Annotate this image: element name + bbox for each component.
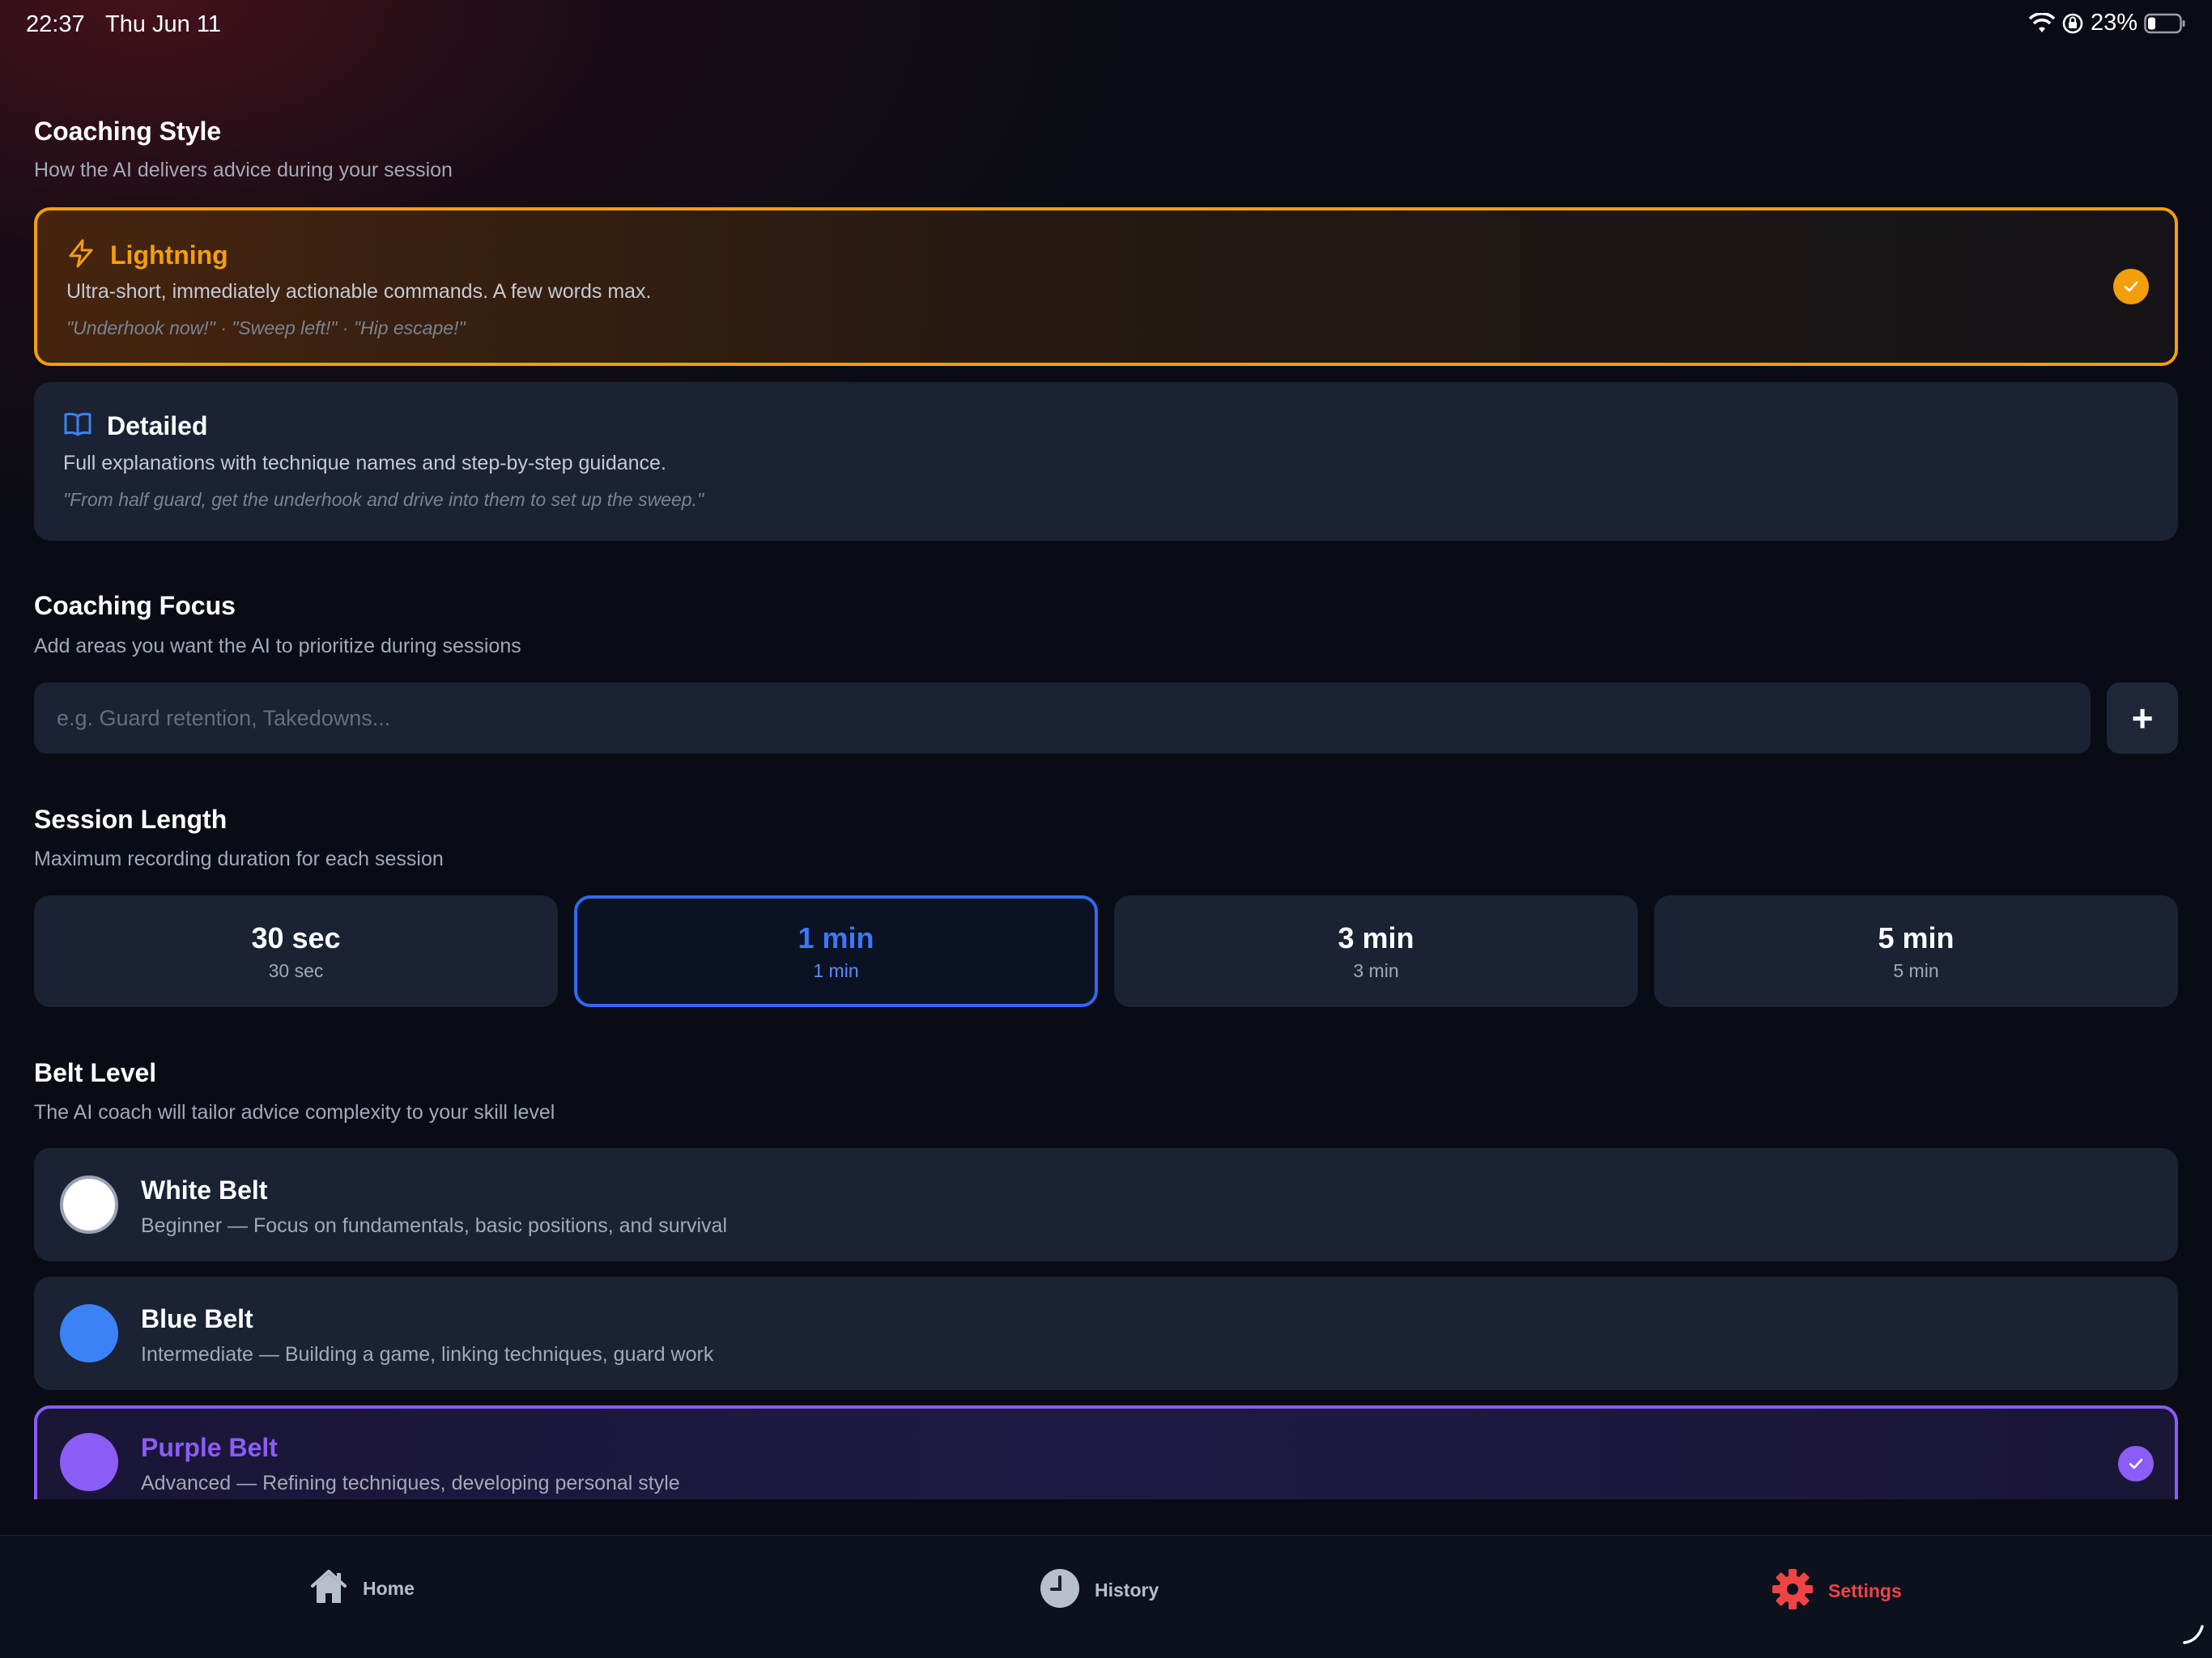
session-length-sublabel: 1 min	[813, 959, 859, 981]
resize-handle-icon[interactable]	[2181, 1622, 2206, 1650]
status-date: Thu Jun 11	[105, 11, 221, 37]
tab-bar: Home History Settings	[0, 1535, 2212, 1658]
book-open-icon	[63, 411, 92, 441]
tab-label: Home	[363, 1578, 415, 1599]
belt-name: White Belt	[141, 1175, 268, 1205]
style-option-description: Ultra-short, immediately actionable comm…	[66, 280, 652, 303]
belt-level-subtitle: The AI coach will tailor advice complexi…	[34, 1101, 555, 1124]
style-option-detailed[interactable]: Detailed Full explanations with techniqu…	[34, 382, 2178, 541]
belt-name: Purple Belt	[141, 1433, 278, 1462]
session-length-option-5min[interactable]: 5 min 5 min	[1654, 895, 2178, 1007]
white-belt-dot	[60, 1175, 118, 1234]
tab-history[interactable]: History	[1040, 1568, 1159, 1613]
wifi-icon	[2028, 12, 2055, 34]
belt-level-title: Belt Level	[34, 1058, 157, 1087]
style-option-example: "From half guard, get the underhook and …	[63, 489, 704, 510]
style-option-example: "Underhook now!" · "Sweep left!" · "Hip …	[66, 317, 466, 338]
belt-description: Beginner — Focus on fundamentals, basic …	[141, 1214, 727, 1237]
session-length-label: 30 sec	[251, 920, 341, 954]
coaching-focus-title: Coaching Focus	[34, 591, 236, 620]
session-length-label: 3 min	[1338, 920, 1414, 954]
belt-option-blue[interactable]: Blue Belt Intermediate — Building a game…	[34, 1277, 2178, 1390]
status-time: 22:37	[26, 11, 85, 37]
style-option-description: Full explanations with technique names a…	[63, 452, 666, 474]
belt-description: Advanced — Refining techniques, developi…	[141, 1472, 680, 1494]
session-length-option-3min[interactable]: 3 min 3 min	[1114, 895, 1638, 1007]
session-length-title: Session Length	[34, 805, 228, 834]
session-length-sublabel: 30 sec	[268, 959, 324, 981]
clock-icon	[1040, 1568, 1080, 1613]
session-length-label: 1 min	[798, 920, 874, 954]
status-bar: 22:37 Thu Jun 11 23%	[0, 0, 2212, 50]
lightning-icon	[66, 238, 96, 273]
scroll-clip-mask	[0, 1499, 2212, 1535]
home-icon	[309, 1568, 348, 1609]
tab-label: Settings	[1828, 1580, 1902, 1601]
coaching-focus-input[interactable]	[34, 682, 2091, 754]
session-length-option-1min[interactable]: 1 min 1 min	[574, 895, 1098, 1007]
status-indicators: 23%	[2028, 10, 2186, 36]
style-option-name: Detailed	[107, 411, 208, 440]
checkmark-icon	[2113, 269, 2149, 304]
style-option-lightning[interactable]: Lightning Ultra-short, immediately actio…	[34, 207, 2178, 366]
gear-icon	[1772, 1568, 1814, 1614]
session-length-subtitle: Maximum recording duration for each sess…	[34, 848, 444, 870]
tab-settings[interactable]: Settings	[1772, 1568, 1902, 1614]
session-length-label: 5 min	[1878, 920, 1955, 954]
coaching-style-title: Coaching Style	[34, 117, 222, 146]
belt-name: Blue Belt	[141, 1304, 253, 1333]
session-length-option-30sec[interactable]: 30 sec 30 sec	[34, 895, 558, 1007]
blue-belt-dot	[60, 1304, 118, 1363]
style-option-name: Lightning	[110, 240, 228, 270]
session-length-sublabel: 5 min	[1893, 959, 1939, 981]
purple-belt-dot	[60, 1433, 118, 1491]
checkmark-icon	[2118, 1446, 2154, 1482]
session-length-sublabel: 3 min	[1353, 959, 1399, 981]
orientation-lock-icon	[2061, 12, 2084, 35]
tab-label: History	[1095, 1579, 1159, 1601]
add-focus-button[interactable]: +	[2107, 682, 2178, 754]
coaching-style-subtitle: How the AI delivers advice during your s…	[34, 159, 453, 181]
belt-option-white[interactable]: White Belt Beginner — Focus on fundament…	[34, 1148, 2178, 1261]
belt-description: Intermediate — Building a game, linking …	[141, 1343, 714, 1366]
battery-icon	[2144, 13, 2186, 34]
battery-percent: 23%	[2090, 10, 2138, 36]
coaching-focus-subtitle: Add areas you want the AI to prioritize …	[34, 635, 521, 657]
tab-home[interactable]: Home	[309, 1568, 415, 1609]
